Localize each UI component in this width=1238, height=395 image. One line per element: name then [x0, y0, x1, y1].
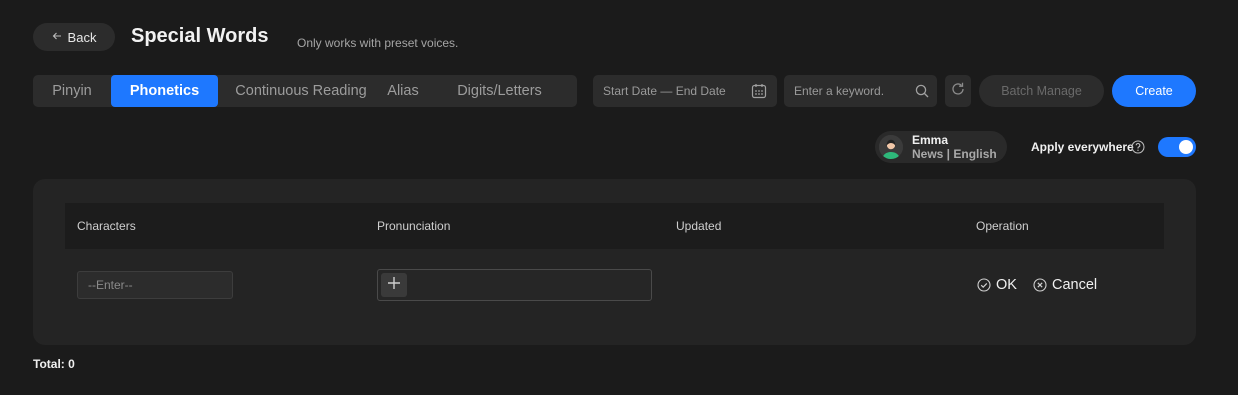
date-range-picker[interactable]: Start Date — End Date: [593, 75, 777, 107]
calendar-icon: [751, 83, 767, 102]
tab-alias[interactable]: Alias: [384, 75, 422, 107]
back-button[interactable]: Back: [33, 23, 115, 51]
plus-icon: [387, 276, 401, 295]
apply-everywhere-toggle[interactable]: [1158, 137, 1196, 157]
back-label: Back: [67, 29, 97, 45]
keyword-search-input[interactable]: Enter a keyword.: [784, 75, 937, 107]
words-table-panel: Characters Pronunciation Updated Operati…: [33, 179, 1196, 345]
tab-phonetics[interactable]: Phonetics: [111, 75, 218, 107]
page-title: Special Words: [131, 25, 269, 47]
voice-selector[interactable]: Emma News | English: [875, 131, 1007, 163]
column-header-pronunciation: Pronunciation: [377, 219, 451, 233]
cancel-button[interactable]: Cancel: [1033, 277, 1097, 293]
characters-input[interactable]: --Enter--: [77, 271, 233, 299]
help-icon[interactable]: [1131, 140, 1145, 159]
characters-placeholder: --Enter--: [88, 278, 133, 292]
total-count: Total: 0: [33, 357, 75, 371]
avatar: [879, 135, 903, 159]
ok-button[interactable]: OK: [977, 277, 1017, 293]
tab-pinyin[interactable]: Pinyin: [33, 75, 111, 107]
tab-digits-letters[interactable]: Digits/Letters: [422, 75, 577, 107]
keyword-placeholder: Enter a keyword.: [794, 84, 885, 98]
batch-manage-button[interactable]: Batch Manage: [979, 75, 1104, 107]
page-subtitle: Only works with preset voices.: [297, 36, 459, 50]
add-pronunciation-button[interactable]: [381, 273, 407, 297]
cancel-label: Cancel: [1052, 277, 1098, 293]
pronunciation-field[interactable]: [377, 269, 652, 301]
close-circle-icon: [1033, 278, 1047, 292]
column-header-operation: Operation: [976, 219, 1029, 233]
tab-continuous-reading[interactable]: Continuous Reading: [218, 75, 384, 107]
search-icon[interactable]: [915, 84, 929, 101]
create-button[interactable]: Create: [1112, 75, 1196, 107]
apply-everywhere-label: Apply everywhere: [1031, 140, 1134, 154]
arrow-left-icon: [52, 30, 62, 44]
date-range-text: Start Date — End Date: [603, 84, 726, 98]
refresh-button[interactable]: [945, 75, 971, 107]
refresh-icon: [950, 81, 966, 102]
voice-name: Emma: [912, 133, 949, 147]
table-header: Characters Pronunciation Updated Operati…: [65, 203, 1164, 249]
toggle-knob: [1179, 140, 1193, 154]
column-header-characters: Characters: [77, 219, 136, 233]
check-circle-icon: [977, 278, 991, 292]
column-header-updated: Updated: [676, 219, 722, 233]
ok-label: OK: [996, 277, 1017, 293]
category-tabs: Pinyin Phonetics Continuous Reading Alia…: [33, 75, 577, 107]
voice-description: News | English: [912, 147, 997, 161]
